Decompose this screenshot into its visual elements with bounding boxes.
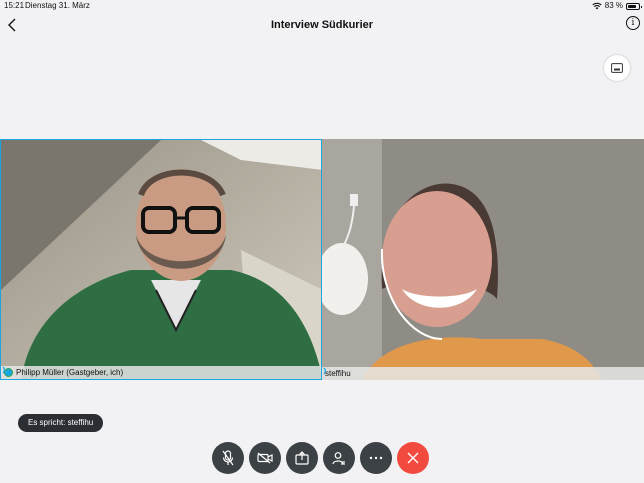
- end-call-button[interactable]: [397, 442, 429, 474]
- mute-button[interactable]: [212, 442, 244, 474]
- mic-muted-icon: [222, 450, 234, 466]
- end-call-icon: [407, 452, 419, 464]
- video-tile-host[interactable]: Philipp Müller (Gastgeber, ich): [0, 139, 322, 380]
- audio-indicator-icon: [323, 367, 326, 375]
- call-controls: [212, 442, 429, 474]
- wifi-icon: [592, 2, 602, 10]
- status-bar: 15:21 Dienstag 31. März 83 %: [0, 0, 644, 12]
- participants-icon: [332, 452, 345, 465]
- status-right: 83 %: [592, 0, 642, 12]
- status-time: 15:21: [4, 1, 25, 10]
- active-speaker-badge: Es spricht: steffihu: [18, 414, 104, 432]
- status-date: Dienstag 31. März: [25, 1, 90, 10]
- video-tile-participant[interactable]: steffihu: [322, 139, 644, 380]
- video-off-icon: [257, 452, 273, 464]
- participant-name-bar: steffihu: [322, 367, 644, 380]
- participant-name: Philipp Müller (Gastgeber, ich): [16, 368, 124, 377]
- nav-bar: Interview Südkurier i: [0, 12, 644, 38]
- info-icon[interactable]: i: [626, 16, 640, 30]
- video-feed-host: [1, 140, 321, 379]
- meeting-title: Interview Südkurier: [270, 19, 374, 31]
- battery-icon: [626, 2, 642, 10]
- more-button[interactable]: [360, 442, 392, 474]
- share-button[interactable]: [286, 442, 318, 474]
- video-feed-participant: [322, 139, 644, 380]
- layout-button[interactable]: [604, 55, 630, 81]
- video-toggle-button[interactable]: [249, 442, 281, 474]
- battery-percent: 83 %: [604, 1, 623, 10]
- participant-name-bar: Philipp Müller (Gastgeber, ich): [1, 366, 321, 379]
- audio-indicator-icon: [2, 366, 5, 374]
- more-icon: [369, 456, 383, 460]
- layout-icon: [611, 63, 623, 73]
- share-icon: [295, 451, 309, 465]
- participants-button[interactable]: [323, 442, 355, 474]
